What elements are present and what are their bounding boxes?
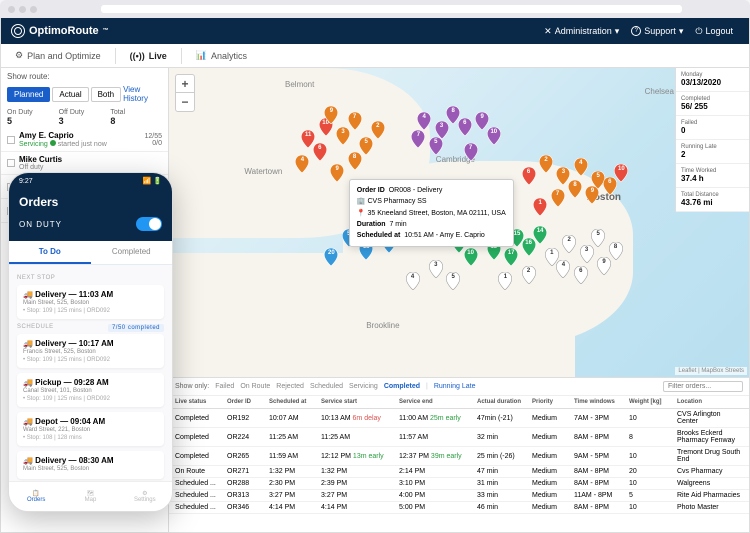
route-actual-button[interactable]: Actual — [52, 87, 88, 102]
map-pin[interactable]: 6 — [458, 118, 472, 136]
map-pin[interactable]: 9 — [597, 257, 611, 275]
tab-analytics[interactable]: 📊Analytics — [182, 44, 261, 67]
zoom-in-button[interactable]: + — [176, 75, 194, 93]
map-pin[interactable]: 2 — [522, 266, 536, 284]
zoom-control: + − — [175, 74, 195, 112]
map-pin[interactable]: 5 — [429, 137, 443, 155]
filter-late[interactable]: Running Late — [434, 383, 476, 390]
map-pin[interactable]: 3 — [336, 127, 350, 145]
map-pin[interactable]: 2 — [562, 235, 576, 253]
filter-rejected[interactable]: Rejected — [276, 383, 304, 390]
map-pin[interactable]: 5 — [446, 272, 460, 290]
filter-failed[interactable]: Failed — [215, 383, 234, 390]
gear-icon: ⚙ — [15, 50, 23, 61]
phone-stop-card[interactable]: 🚚 Depot — 09:04 AM Ward Street, 221, Bos… — [17, 412, 164, 446]
map-pin[interactable]: 1 — [498, 272, 512, 290]
phone-stop-card[interactable]: 🚚 Delivery — 11:03 AM Main Street, 525, … — [17, 285, 164, 319]
browser-chrome — [0, 0, 750, 18]
driver-checkbox[interactable] — [7, 136, 15, 144]
map-pin[interactable]: 9 — [585, 186, 599, 204]
map-pin[interactable]: 3 — [580, 245, 594, 263]
map-pin[interactable]: 4 — [417, 112, 431, 130]
map-pin[interactable]: 2 — [539, 155, 553, 173]
map-pin[interactable]: 7 — [464, 143, 478, 161]
map-pin[interactable]: 3 — [429, 260, 443, 278]
phone-stop-card[interactable]: 🚚 Delivery — 10:17 AM Francis Street, 52… — [17, 334, 164, 368]
table-row[interactable]: Completed OR192 10:07 AM 10:13 AM 6m del… — [169, 409, 749, 428]
map-attribution: Leaflet | MapBox Streets — [675, 367, 747, 375]
map-pin[interactable]: 2 — [371, 121, 385, 139]
logo-icon — [11, 24, 25, 38]
mobile-preview: 9:27 📶 🔋 Orders ON DUTY To Do Completed … — [8, 172, 173, 512]
signal-icon: ((•)) — [130, 51, 145, 61]
main-tabs: ⚙Plan and Optimize ((•))Live 📊Analytics — [1, 44, 749, 68]
show-route-label: Show route: — [1, 68, 168, 85]
map-pin[interactable]: 17 — [504, 248, 518, 266]
route-both-button[interactable]: Both — [91, 87, 121, 102]
table-row[interactable]: Completed OR224 11:25 AM 11:25 AM 11:57 … — [169, 428, 749, 447]
driver-row[interactable]: Amy E. Caprio Servicing started just now… — [1, 128, 168, 152]
view-history-link[interactable]: View History — [123, 85, 162, 103]
map-pin[interactable]: 5 — [591, 229, 605, 247]
filter-onroute[interactable]: On Route — [240, 383, 270, 390]
phone-stop-card[interactable]: 🚚 Pickup — 09:28 AM Canal Street, 101, B… — [17, 373, 164, 407]
table-row[interactable]: Completed OR265 11:59 AM 12:12 PM 13m ea… — [169, 447, 749, 466]
duty-toggle[interactable] — [136, 217, 162, 231]
map-pin[interactable]: 8 — [568, 180, 582, 198]
map[interactable]: Belmont Watertown Cambridge Boston Brook… — [169, 68, 749, 377]
map-pin[interactable]: 6 — [574, 266, 588, 284]
map-pin[interactable]: 20 — [324, 248, 338, 266]
orders-table: Show only: Failed On Route Rejected Sche… — [169, 377, 749, 532]
table-row[interactable]: Scheduled ... OR313 3:27 PM 3:27 PM 4:00… — [169, 490, 749, 502]
filter-servicing[interactable]: Servicing — [349, 383, 378, 390]
phone-tab-completed[interactable]: Completed — [91, 241, 173, 264]
phone-nav-orders[interactable]: 📋Orders — [9, 482, 63, 511]
map-pin[interactable]: 6 — [522, 167, 536, 185]
map-pin[interactable]: 9 — [324, 106, 338, 124]
map-pin[interactable]: 9 — [330, 164, 344, 182]
map-pin[interactable]: 7 — [348, 112, 362, 130]
map-pin[interactable]: 4 — [574, 158, 588, 176]
map-pin[interactable]: 6 — [313, 143, 327, 161]
phone-tab-todo[interactable]: To Do — [9, 241, 91, 264]
map-pin[interactable]: 7 — [551, 189, 565, 207]
chart-icon: 📊 — [196, 50, 207, 61]
stats-panel: Monday03/13/2020 Completed56/ 255 Failed… — [675, 68, 749, 212]
map-pin[interactable]: 7 — [411, 130, 425, 148]
topbar: OptimoRoute™ ✕ Administration ▾ ? Suppor… — [1, 18, 749, 44]
filter-scheduled[interactable]: Scheduled — [310, 383, 343, 390]
map-pin[interactable]: 4 — [406, 272, 420, 290]
map-pin[interactable]: 10 — [614, 164, 628, 182]
map-pin[interactable]: 14 — [533, 226, 547, 244]
zoom-out-button[interactable]: − — [176, 93, 194, 111]
phone-nav-map[interactable]: 🗺Map — [63, 482, 117, 511]
support-menu[interactable]: ? Support ▾ — [625, 26, 689, 37]
tab-plan[interactable]: ⚙Plan and Optimize — [1, 44, 115, 67]
map-pin[interactable]: 8 — [348, 152, 362, 170]
map-pin[interactable]: 10 — [487, 127, 501, 145]
map-pin[interactable]: 1 — [533, 198, 547, 216]
tab-live[interactable]: ((•))Live — [116, 44, 181, 67]
logo[interactable]: OptimoRoute™ — [11, 24, 109, 38]
map-tooltip: Order ID OR008 - Delivery 🏢 CVS Pharmacy… — [349, 179, 514, 247]
filter-completed[interactable]: Completed — [384, 383, 420, 390]
map-pin[interactable]: 4 — [556, 260, 570, 278]
admin-menu[interactable]: ✕ Administration ▾ — [538, 26, 625, 37]
filter-orders-input[interactable] — [663, 381, 743, 392]
table-row[interactable]: Scheduled ... OR346 4:14 PM 4:14 PM 5:00… — [169, 502, 749, 514]
driver-checkbox[interactable] — [7, 159, 15, 167]
route-planned-button[interactable]: Planned — [7, 87, 50, 102]
signal-icon: 📶 🔋 — [143, 177, 162, 185]
table-row[interactable]: On Route OR271 1:32 PM 1:32 PM 2:14 PM 4… — [169, 466, 749, 478]
map-pin[interactable]: 4 — [295, 155, 309, 173]
phone-stop-card[interactable]: 🚚 Delivery — 08:30 AM Main Street, 525, … — [17, 451, 164, 479]
logout-button[interactable]: ⏻ Logout — [689, 26, 739, 37]
brand-name: OptimoRoute — [29, 25, 99, 37]
phone-title: Orders — [19, 195, 162, 209]
phone-nav-settings[interactable]: ⚙Settings — [118, 482, 172, 511]
table-row[interactable]: Scheduled ... OR288 2:30 PM 2:39 PM 3:10… — [169, 478, 749, 490]
